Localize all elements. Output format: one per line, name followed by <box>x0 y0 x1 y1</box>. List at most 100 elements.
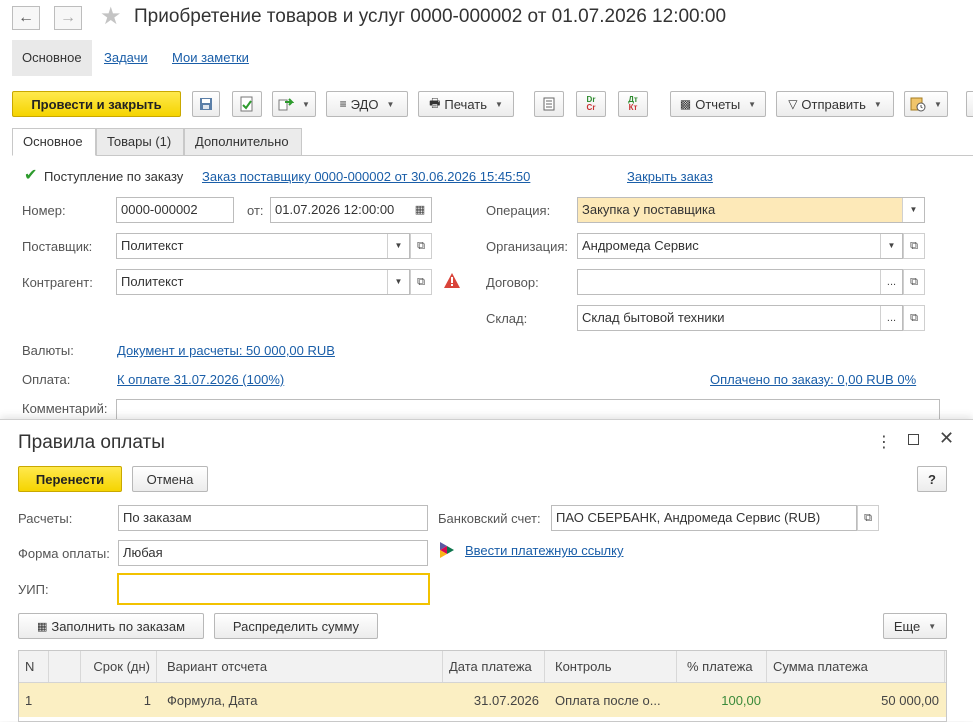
payform-label: Форма оплаты: <box>18 546 110 561</box>
bank-account-field[interactable]: ПАО СБЕРБАНК, Андромеда Сервис (RUB) <box>551 505 857 531</box>
post-and-close-button[interactable]: Провести и закрыть <box>12 91 181 117</box>
comment-field[interactable] <box>116 399 940 421</box>
org-open-button[interactable]: ⧉ <box>903 233 925 259</box>
bank-account-label: Банковский счет: <box>438 511 541 526</box>
col-percent[interactable]: % платежа <box>681 651 767 682</box>
paid-by-order-link[interactable]: Оплачено по заказу: 0,00 RUB 0% <box>710 372 916 387</box>
post-button[interactable] <box>232 91 262 117</box>
tab-additional[interactable]: Дополнительно <box>184 128 302 156</box>
col-icon[interactable] <box>49 651 81 682</box>
by-order-checkbox[interactable]: ✔ <box>24 168 40 184</box>
tab-goods[interactable]: Товары (1) <box>96 128 184 156</box>
document-list-icon <box>543 97 555 111</box>
dropdown-arrow-icon: ▼ <box>934 99 942 109</box>
col-control[interactable]: Контроль <box>549 651 677 682</box>
forward-button[interactable]: → <box>54 6 82 30</box>
cancel-button[interactable]: Отмена <box>132 466 208 492</box>
save-icon <box>200 98 212 110</box>
warning-icon[interactable] <box>444 273 460 288</box>
create-based-on-button[interactable]: ▼ <box>272 91 316 117</box>
contract-open-button[interactable]: ⧉ <box>903 269 925 295</box>
contract-select-button[interactable]: ... <box>880 270 902 294</box>
warehouse-open-button[interactable]: ⧉ <box>903 305 925 331</box>
chevron-down-icon: ▼ <box>909 205 918 214</box>
operation-field[interactable]: Закупка у поставщика ▼ <box>577 197 925 223</box>
chevron-down-icon: ▼ <box>394 241 403 250</box>
supplier-dropdown-button[interactable]: ▼ <box>387 234 409 258</box>
section-main[interactable]: Основное <box>12 40 92 76</box>
dialog-title: Правила оплаты <box>18 432 165 453</box>
create-based-on-icon <box>278 98 295 111</box>
operation-dropdown-button[interactable]: ▼ <box>902 198 924 222</box>
warehouse-label: Склад: <box>486 311 528 326</box>
cell-control: Оплата после о... <box>555 692 661 708</box>
dr-cr-button[interactable]: Dr Cr <box>576 91 606 117</box>
save-button[interactable] <box>192 91 220 117</box>
col-term[interactable]: Срок (дн) <box>81 651 157 682</box>
org-dropdown-button[interactable]: ▼ <box>880 234 902 258</box>
warehouse-select-button[interactable]: ... <box>880 306 902 330</box>
supplier-open-button[interactable]: ⧉ <box>410 233 432 259</box>
counterparty-open-button[interactable]: ⧉ <box>410 269 432 295</box>
more-button[interactable]: Еще ▼ <box>883 613 947 639</box>
arrow-right-icon: → <box>60 9 76 26</box>
open-link-icon: ⧉ <box>910 311 918 324</box>
org-value: Андромеда Сервис <box>582 238 699 253</box>
supplier-field[interactable]: Политекст ▼ <box>116 233 410 259</box>
bank-account-open-button[interactable]: ⧉ <box>857 505 879 531</box>
uip-field[interactable] <box>117 573 430 605</box>
section-tasks[interactable]: Задачи <box>94 40 158 76</box>
payment-link-input[interactable]: Ввести платежную ссылку <box>465 543 623 558</box>
col-pay-date[interactable]: Дата платежа <box>443 651 545 682</box>
help-button[interactable]: ? <box>917 466 947 492</box>
tab-main[interactable]: Основное <box>12 128 96 156</box>
dropdown-arrow-icon: ▼ <box>928 621 937 631</box>
settlements-field[interactable]: По заказам <box>118 505 428 531</box>
dt-kt-button[interactable]: Дт Кт <box>618 91 648 117</box>
edo-button[interactable]: ≡ ЭДО ▼ <box>326 91 408 117</box>
attachments-button[interactable]: ▼ <box>904 91 948 117</box>
payment-table: N Срок (дн) Вариант отсчета Дата платежа… <box>18 650 947 722</box>
more-toolbar-button[interactable] <box>966 91 973 117</box>
bank-account-value: ПАО СБЕРБАНК, Андромеда Сервис (RUB) <box>556 510 821 525</box>
more-label: Еще <box>893 618 921 634</box>
fill-by-orders-button[interactable]: ▦ Заполнить по заказам <box>18 613 204 639</box>
col-amount[interactable]: Сумма платежа <box>767 651 945 682</box>
transfer-button[interactable]: Перенести <box>18 466 122 492</box>
calendar-button[interactable]: ▦ <box>409 198 431 222</box>
structure-button[interactable] <box>534 91 564 117</box>
currency-label: Валюты: <box>22 343 74 358</box>
org-field[interactable]: Андромеда Сервис ▼ <box>577 233 903 259</box>
dropdown-arrow-icon: ▼ <box>748 99 757 109</box>
payment-link[interactable]: К оплате 31.07.2026 (100%) <box>117 372 284 387</box>
currency-link[interactable]: Документ и расчеты: 50 000,00 RUB <box>117 343 335 358</box>
back-button[interactable]: ← <box>12 6 40 30</box>
dialog-close-icon[interactable]: ✕ <box>939 428 954 449</box>
reports-button[interactable]: ▩ Отчеты ▼ <box>670 91 766 117</box>
payment-label: Оплата: <box>22 372 71 387</box>
distribute-button[interactable]: Распределить сумму <box>214 613 378 639</box>
dialog-more-icon[interactable]: ⋮ <box>876 432 892 452</box>
table-row[interactable]: 1 1 Формула, Дата 31.07.2026 Оплата посл… <box>19 683 946 717</box>
print-button[interactable]: 🖶 Печать ▼ <box>418 91 514 117</box>
order-link[interactable]: Заказ поставщику 0000-000002 от 30.06.20… <box>202 169 530 184</box>
settlements-label: Расчеты: <box>18 511 73 526</box>
open-link-icon: ⧉ <box>417 275 425 288</box>
section-notes[interactable]: Мои заметки <box>162 40 259 76</box>
cell-icon <box>49 683 81 717</box>
cr-label: Cr <box>586 103 596 112</box>
col-variant[interactable]: Вариант отсчета <box>161 651 443 682</box>
payform-field[interactable]: Любая <box>118 540 428 566</box>
close-order-link[interactable]: Закрыть заказ <box>627 169 713 184</box>
send-button[interactable]: ▽ Отправить ▼ <box>776 91 894 117</box>
number-field[interactable]: 0000-000002 <box>116 197 234 223</box>
favorite-star-icon[interactable]: ★ <box>100 2 122 31</box>
dialog-maximize-icon[interactable] <box>908 434 919 445</box>
contract-field[interactable]: ... <box>577 269 903 295</box>
counterparty-field[interactable]: Политекст ▼ <box>116 269 410 295</box>
col-n[interactable]: N <box>19 651 49 682</box>
cell-amount: 50 000,00 <box>881 692 939 708</box>
counterparty-dropdown-button[interactable]: ▼ <box>387 270 409 294</box>
warehouse-field[interactable]: Склад бытовой техники ... <box>577 305 903 331</box>
date-field[interactable]: 01.07.2026 12:00:00 ▦ <box>270 197 432 223</box>
